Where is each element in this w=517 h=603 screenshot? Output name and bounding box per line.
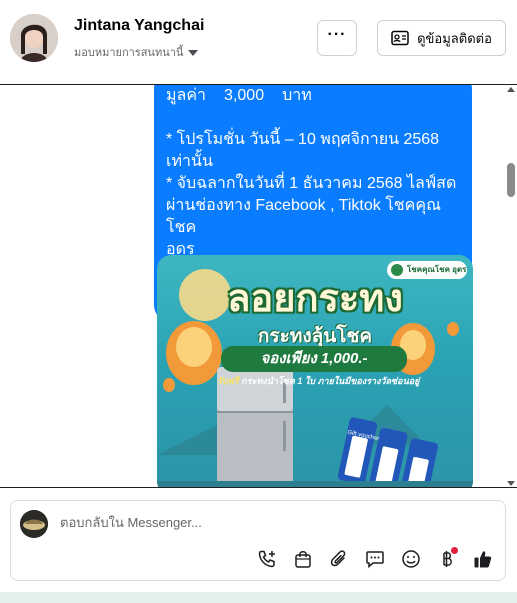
reply-input[interactable] — [60, 515, 460, 530]
promo-note: รับฟรี กระทงนำโชค 1 ใบ ภายในมีของรางวัลซ… — [217, 374, 457, 388]
contact-card-icon — [391, 30, 409, 46]
shop-button[interactable] — [291, 547, 315, 571]
message-line: เท่านั้น — [166, 153, 213, 170]
message-line: * จับฉลากในวันที่ 1 ธันวาคม 2568 ไลฟ์สด — [166, 175, 457, 192]
contact-name: Jintana Yangchai — [74, 17, 205, 34]
emoji-button[interactable] — [399, 547, 423, 571]
scroll-thumb[interactable] — [507, 163, 515, 197]
price-value: 3,000 — [224, 87, 265, 104]
reply-composer — [10, 500, 506, 581]
bag-icon — [295, 551, 311, 568]
phone-add-icon — [258, 550, 275, 568]
assign-conversation-label: มอบหมายการสนทนานี้ — [74, 47, 184, 59]
price-line: มูลค่า 3,000 บาท — [166, 85, 312, 107]
promo-image[interactable]: โชคคุณโชค อุดรธานี ลอยกระทง กระทงลุ้นโชค… — [157, 255, 473, 487]
more-dots-icon: ··· — [327, 26, 347, 43]
message-thread[interactable]: มูลค่า 3,000 บาท * โปรโมชั่น วันนี้ – 10… — [0, 84, 517, 488]
attach-button[interactable] — [327, 547, 351, 571]
promo-title: ลอยกระทง — [227, 276, 403, 320]
footer-bar — [0, 592, 517, 603]
price-label: มูลค่า — [166, 87, 207, 104]
contact-avatar[interactable] — [10, 14, 58, 62]
promo-note-highlight: รับฟรี — [217, 376, 239, 386]
chevron-down-icon — [188, 49, 199, 56]
more-options-button[interactable]: ··· — [317, 20, 357, 56]
view-contact-button[interactable]: ดูข้อมูลติดต่อ — [377, 20, 506, 56]
emoji-icon — [402, 550, 420, 568]
chat-bubble-icon — [366, 551, 384, 569]
promo-note-text: กระทงนำโชค 1 ใบ ภายในมีของรางวัลซ่อนอยู่ — [241, 376, 420, 386]
composer-toolbar — [255, 547, 495, 571]
view-contact-label: ดูข้อมูลติดต่อ — [417, 30, 492, 46]
conversation-header: Jintana Yangchai มอบหมายการสนทนานี้ ··· … — [0, 0, 517, 80]
call-button[interactable] — [255, 547, 279, 571]
assign-conversation-dropdown[interactable]: มอบหมายการสนทนานี้ — [74, 43, 199, 61]
paperclip-icon — [330, 550, 346, 567]
page-avatar — [20, 510, 48, 538]
scroll-down-arrow-icon[interactable] — [507, 481, 515, 486]
thread-scrollbar[interactable] — [504, 85, 517, 487]
promo-price-badge: จองเพียง 1,000.- — [221, 346, 407, 372]
message-line: * โปรโมชั่น วันนี้ – 10 พฤศจิกายน 2568 — [166, 131, 440, 148]
message-body: * โปรโมชั่น วันนี้ – 10 พฤศจิกายน 2568 เ… — [166, 129, 464, 261]
scroll-up-arrow-icon[interactable] — [507, 87, 515, 92]
price-unit: บาท — [282, 87, 312, 104]
saved-replies-button[interactable] — [363, 547, 387, 571]
like-icon — [474, 551, 492, 568]
message-line: ผ่านช่องทาง Facebook , Tiktok โชคคุณโชค — [166, 197, 441, 236]
like-button[interactable] — [471, 547, 495, 571]
notification-dot — [451, 547, 458, 554]
payment-button[interactable] — [435, 547, 459, 571]
